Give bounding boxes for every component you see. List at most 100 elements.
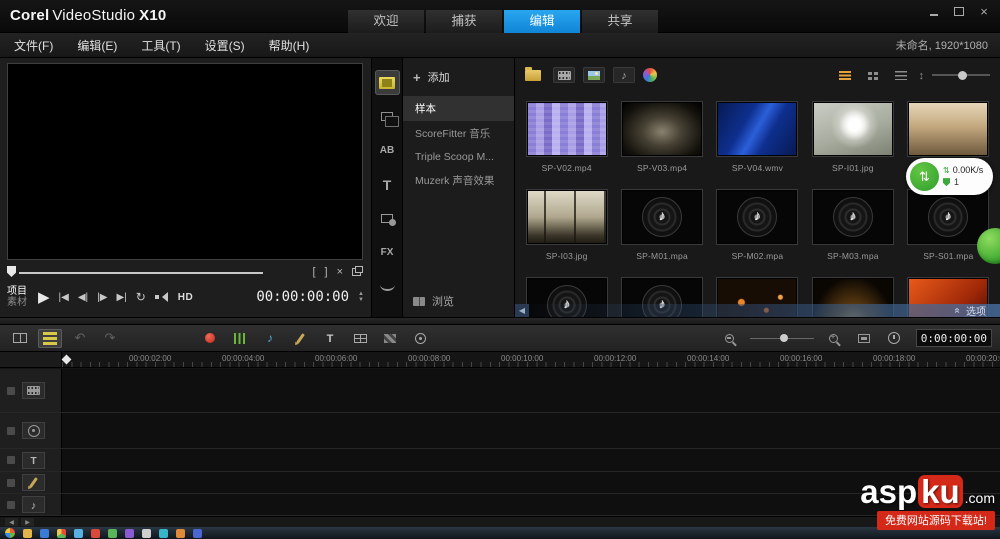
taskbar-icon[interactable] bbox=[57, 529, 66, 538]
nav-titles[interactable]: T bbox=[375, 172, 400, 197]
timeline-ruler[interactable]: 00:00:02:00 00:00:04:00 00:00:06:00 00:0… bbox=[0, 352, 1000, 368]
category-scorefitter[interactable]: ScoreFitter 音乐 bbox=[403, 121, 514, 146]
play-button[interactable] bbox=[38, 288, 50, 307]
options-bar[interactable]: 选项 bbox=[515, 304, 1000, 317]
taskbar-icon[interactable] bbox=[142, 529, 151, 538]
track-toggle-icon[interactable] bbox=[7, 456, 15, 464]
tab-edit[interactable]: 编辑 bbox=[504, 10, 580, 33]
track-transparency-button[interactable] bbox=[378, 329, 402, 348]
next-frame-button[interactable] bbox=[97, 292, 107, 303]
overlay-track[interactable] bbox=[0, 413, 1000, 449]
project-mode-button[interactable]: 项目 bbox=[7, 286, 27, 298]
title-track-button[interactable] bbox=[22, 452, 45, 469]
scroll-left-icon[interactable] bbox=[5, 518, 18, 526]
scrub-bar[interactable] bbox=[19, 272, 263, 274]
add-category-button[interactable]: 添加 bbox=[403, 66, 514, 88]
track-toggle-icon[interactable] bbox=[7, 479, 15, 487]
minimize-button[interactable] bbox=[924, 4, 944, 19]
menu-tools[interactable]: 工具(T) bbox=[141, 37, 180, 54]
media-item[interactable]: SP-S01.mpa bbox=[908, 190, 988, 264]
slider-handle[interactable] bbox=[780, 334, 788, 342]
voice-track[interactable] bbox=[0, 472, 1000, 494]
motion-tracking-button[interactable] bbox=[408, 329, 432, 348]
view-thumbnails-button[interactable] bbox=[835, 68, 855, 83]
nav-graphics[interactable] bbox=[375, 206, 400, 231]
enlarge-preview-icon[interactable] bbox=[352, 268, 361, 276]
scroll-right-icon[interactable] bbox=[21, 518, 34, 526]
maximize-button[interactable] bbox=[949, 4, 969, 19]
end-button[interactable] bbox=[116, 292, 126, 303]
taskbar-icon[interactable] bbox=[74, 529, 83, 538]
home-button[interactable] bbox=[59, 292, 69, 303]
nav-media[interactable] bbox=[375, 70, 400, 95]
taskbar-icon[interactable] bbox=[91, 529, 100, 538]
media-item[interactable]: SP-M02.mpa bbox=[717, 190, 797, 264]
video-track-lane[interactable] bbox=[62, 369, 1000, 412]
panel-splitter[interactable] bbox=[0, 317, 1000, 325]
preview-timecode[interactable]: 00:00:00:00 bbox=[256, 289, 349, 305]
music-track-button[interactable] bbox=[22, 496, 45, 513]
taskbar-icon[interactable] bbox=[40, 529, 49, 538]
sound-mixer-button[interactable] bbox=[228, 329, 252, 348]
painting-creator-button[interactable] bbox=[288, 329, 312, 348]
overlay-track-lane[interactable] bbox=[62, 413, 1000, 448]
subtitle-editor-button[interactable] bbox=[318, 329, 342, 348]
menu-file[interactable]: 文件(F) bbox=[14, 37, 53, 54]
windows-taskbar[interactable] bbox=[0, 527, 1000, 539]
overlay-track-button[interactable] bbox=[22, 422, 45, 439]
split-clip-icon[interactable] bbox=[337, 266, 343, 278]
media-item[interactable]: SP-V04.wmv bbox=[717, 102, 797, 176]
hd-badge[interactable]: HD bbox=[178, 292, 193, 303]
timecode-stepper-icon[interactable] bbox=[358, 291, 364, 303]
repeat-button[interactable] bbox=[136, 290, 146, 304]
taskbar-icon[interactable] bbox=[23, 529, 32, 538]
nav-motion-paths[interactable] bbox=[375, 274, 400, 299]
start-button[interactable] bbox=[5, 528, 15, 538]
multicam-editor-button[interactable] bbox=[348, 329, 372, 348]
volume-icon[interactable] bbox=[155, 292, 169, 303]
menu-settings[interactable]: 设置(S) bbox=[205, 37, 245, 54]
timeline-zoom-slider[interactable] bbox=[750, 331, 814, 345]
timeline-timecode[interactable]: 0:00:00:00 bbox=[916, 329, 992, 347]
taskbar-icon[interactable] bbox=[176, 529, 185, 538]
media-item[interactable]: SP-I03.jpg bbox=[527, 190, 607, 264]
title-track-lane[interactable] bbox=[62, 449, 1000, 471]
tab-share[interactable]: 共享 bbox=[582, 10, 658, 33]
voice-track-button[interactable] bbox=[22, 474, 45, 491]
filter-video-button[interactable] bbox=[553, 67, 575, 83]
category-muzerk[interactable]: Muzerk 声音效果 bbox=[403, 168, 514, 193]
view-grid-button[interactable] bbox=[863, 68, 883, 83]
undo-button[interactable] bbox=[68, 329, 92, 348]
media-item[interactable]: SP-M01.mpa bbox=[622, 190, 702, 264]
filter-photo-button[interactable] bbox=[583, 67, 605, 83]
view-list-button[interactable] bbox=[891, 68, 911, 83]
title-track[interactable] bbox=[0, 449, 1000, 472]
media-item[interactable]: SP-I01.jpg bbox=[813, 102, 893, 176]
category-triple-scoop[interactable]: Triple Scoop M... bbox=[403, 146, 514, 168]
tab-capture[interactable]: 捕获 bbox=[426, 10, 502, 33]
slider-handle[interactable] bbox=[958, 71, 967, 80]
net-speed-monitor[interactable]: 0.00K/s 1 bbox=[906, 158, 993, 195]
zoom-out-button[interactable] bbox=[718, 329, 742, 348]
taskbar-icon[interactable] bbox=[159, 529, 168, 538]
project-duration-button[interactable] bbox=[882, 329, 906, 348]
music-track[interactable] bbox=[0, 494, 1000, 516]
storyboard-view-button[interactable] bbox=[8, 329, 32, 348]
video-track-button[interactable] bbox=[22, 382, 45, 399]
track-toggle-icon[interactable] bbox=[7, 501, 15, 509]
menu-edit[interactable]: 编辑(E) bbox=[77, 37, 117, 54]
nav-transitions[interactable]: AB bbox=[375, 138, 400, 163]
taskbar-icon[interactable] bbox=[125, 529, 134, 538]
thumbnail-size-slider[interactable] bbox=[932, 68, 990, 82]
video-track[interactable] bbox=[0, 369, 1000, 413]
zoom-in-button[interactable] bbox=[822, 329, 846, 348]
media-item[interactable]: SP-V03.mp4 bbox=[622, 102, 702, 176]
import-folder-icon[interactable] bbox=[525, 70, 541, 81]
redo-button[interactable] bbox=[98, 329, 122, 348]
track-toggle-icon[interactable] bbox=[7, 427, 15, 435]
color-wheel-icon[interactable] bbox=[643, 68, 657, 82]
mark-out-icon[interactable] bbox=[325, 266, 328, 278]
category-samples[interactable]: 样本 bbox=[403, 96, 514, 121]
taskbar-icon[interactable] bbox=[108, 529, 117, 538]
previous-frame-button[interactable] bbox=[78, 292, 88, 303]
